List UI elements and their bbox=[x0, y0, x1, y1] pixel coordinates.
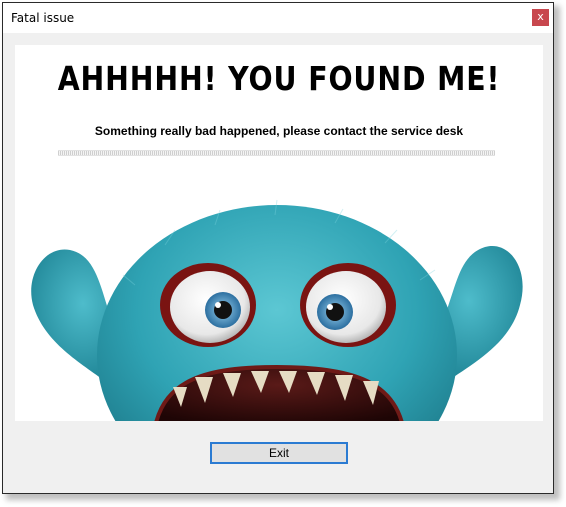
close-button[interactable]: x bbox=[532, 9, 549, 26]
error-message: Something really bad happened, please co… bbox=[94, 124, 464, 138]
window-title: Fatal issue bbox=[11, 11, 75, 25]
content-panel: AHHHHH! YOU FOUND ME! Something really b… bbox=[15, 45, 543, 421]
title-bar[interactable]: Fatal issue x bbox=[3, 3, 553, 33]
exit-button[interactable]: Exit bbox=[210, 442, 348, 464]
monster-image bbox=[31, 199, 523, 421]
dialog-window: Fatal issue x AHHHHH! YOU FOUND ME! Some… bbox=[2, 2, 554, 494]
headline: AHHHHH! YOU FOUND ME! bbox=[57, 59, 501, 98]
